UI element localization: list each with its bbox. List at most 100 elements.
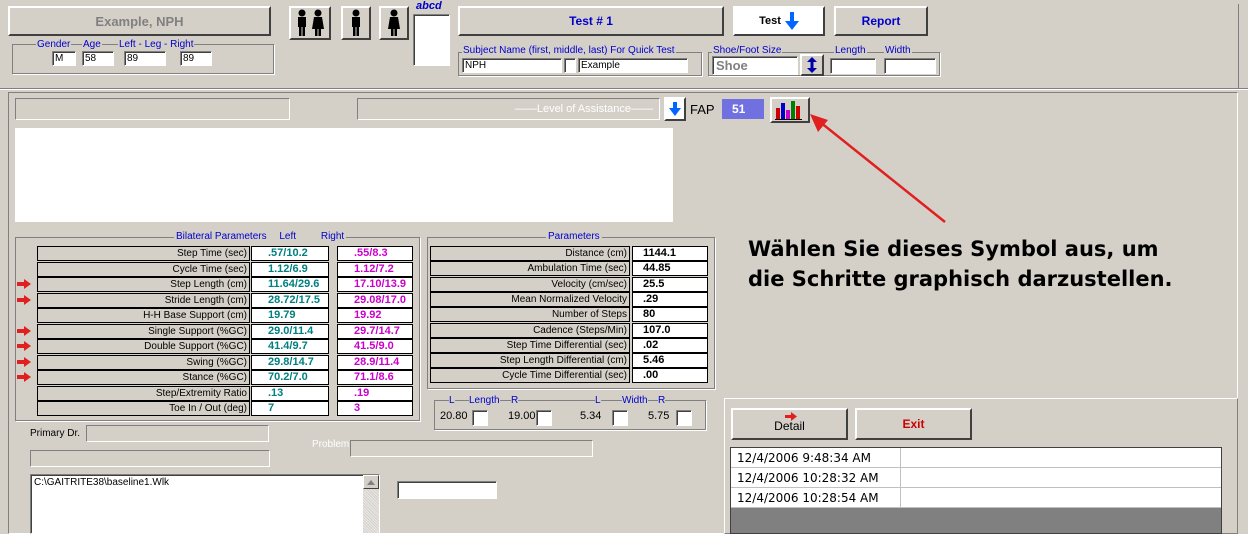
gender-field[interactable]: M bbox=[52, 51, 76, 66]
bilateral-right-value: 17.10/13.9 bbox=[337, 277, 413, 292]
shoe-field[interactable]: Shoe bbox=[712, 56, 798, 75]
top-right-edge bbox=[1238, 4, 1248, 88]
foot-length-label: Length bbox=[469, 395, 500, 406]
bilateral-right-value: 3 bbox=[337, 401, 413, 416]
bilateral-left-header: Left bbox=[279, 231, 297, 242]
bilateral-left-value: .13 bbox=[251, 385, 329, 401]
bilateral-right-value: 1.12/7.2 bbox=[337, 261, 413, 277]
flag-arrow-icon bbox=[17, 372, 31, 382]
notes-area[interactable] bbox=[15, 128, 673, 222]
arrow-down-icon bbox=[669, 102, 681, 116]
detail-button[interactable]: Detail bbox=[731, 408, 848, 440]
subject-first-field[interactable]: NPH bbox=[462, 58, 562, 73]
report-button[interactable]: Report bbox=[834, 6, 928, 36]
age-field[interactable]: 58 bbox=[82, 51, 114, 66]
bilateral-row-label: Stance (%GC) bbox=[37, 370, 250, 385]
leg-right-field[interactable]: 89 bbox=[180, 51, 212, 66]
bilateral-right-value: 29.7/14.7 bbox=[337, 323, 413, 339]
flag-arrow-icon bbox=[17, 341, 31, 351]
leg-left-field[interactable]: 89 bbox=[124, 51, 166, 66]
foot-length-left-check[interactable] bbox=[472, 410, 488, 426]
male-icon bbox=[352, 9, 360, 36]
parameter-value: .00 bbox=[632, 368, 708, 384]
bilateral-row-label: Cycle Time (sec) bbox=[37, 261, 250, 277]
bilateral-row-label: Double Support (%GC) bbox=[37, 339, 250, 354]
subject-middle-field[interactable] bbox=[564, 58, 576, 73]
test-list-item[interactable]: 12/4/2006 10:28:32 AM bbox=[731, 468, 1221, 488]
arrow-down-icon bbox=[784, 12, 799, 30]
annotation-text: Wählen Sie dieses Symbol aus, um die Sch… bbox=[748, 234, 1173, 294]
male-button[interactable] bbox=[341, 6, 371, 40]
abcd-box[interactable] bbox=[413, 14, 450, 66]
test-list-item[interactable]: 12/4/2006 9:48:34 AM bbox=[731, 448, 1221, 468]
shoe-toggle-button[interactable] bbox=[800, 54, 824, 76]
leg-length-label: Left - Leg - Right bbox=[118, 39, 195, 50]
test-number-button[interactable]: Test # 1 bbox=[458, 6, 724, 36]
parameter-value: 1144.1 bbox=[632, 246, 708, 261]
abcd-label: abcd bbox=[416, 0, 442, 12]
female-button[interactable] bbox=[379, 6, 409, 40]
flag-arrow-icon bbox=[17, 356, 31, 367]
bilateral-row-label: Step Time (sec) bbox=[37, 246, 250, 261]
foot-length-left-value: 20.80 bbox=[440, 410, 468, 422]
foot-r-label-2: R bbox=[658, 395, 666, 406]
parameter-value: 107.0 bbox=[632, 322, 708, 338]
bilateral-table: Step Time (sec) .57/10.2 .55/8.3 Cycle Time… bbox=[17, 246, 417, 418]
search-field[interactable] bbox=[397, 481, 497, 499]
foot-width-left-check[interactable] bbox=[612, 410, 628, 426]
age-label: Age bbox=[82, 39, 102, 50]
primary-dr-field[interactable] bbox=[86, 425, 269, 442]
flag-arrow-icon bbox=[17, 279, 31, 289]
foot-length-right-value: 19.00 bbox=[508, 410, 536, 422]
foot-length-right-check[interactable] bbox=[536, 410, 552, 426]
foot-width-right-check[interactable] bbox=[676, 410, 692, 426]
bilateral-left-value: 41.4/9.7 bbox=[251, 339, 329, 354]
bilateral-left-value: 70.2/7.0 bbox=[251, 370, 329, 385]
parameters-title: Parameters bbox=[546, 231, 602, 242]
test-list[interactable]: 12/4/2006 9:48:34 AM 12/4/2006 10:28:32 A… bbox=[730, 447, 1222, 534]
test-list-item[interactable]: 12/4/2006 10:28:54 AM bbox=[731, 488, 1221, 508]
parameter-label: Cycle Time Differential (sec) bbox=[430, 368, 630, 384]
foot-l-label-2: L bbox=[595, 395, 601, 406]
exit-label: Exit bbox=[902, 417, 925, 431]
parameter-value: .02 bbox=[632, 337, 708, 353]
bilateral-left-value: 29.8/14.7 bbox=[251, 354, 329, 370]
annotation-line-1: Wählen Sie dieses Symbol aus, um bbox=[748, 237, 1159, 261]
file-list-scrollbar[interactable] bbox=[363, 475, 379, 533]
fap-value: 51 bbox=[722, 99, 764, 119]
female-icon bbox=[388, 9, 400, 36]
both-genders-button[interactable] bbox=[289, 6, 331, 40]
file-list[interactable]: C:\GAITRITE38\baseline1.Wlk bbox=[30, 474, 380, 534]
report-label: Report bbox=[861, 14, 901, 28]
parameter-label: Number of Steps bbox=[430, 307, 630, 323]
foot-width-label: Width bbox=[622, 395, 648, 406]
width-field[interactable] bbox=[884, 58, 936, 74]
level-of-assistance-field[interactable]: ——Level of Assistance—— bbox=[357, 98, 660, 120]
flag-arrow-icon bbox=[17, 325, 31, 336]
test-dropdown-label: Test bbox=[759, 15, 781, 27]
bilateral-left-value: 29.0/11.4 bbox=[251, 323, 329, 339]
bilateral-left-value: 1.12/6.9 bbox=[251, 261, 329, 277]
exit-button[interactable]: Exit bbox=[855, 408, 972, 440]
patient-name-button[interactable]: Example, NPH bbox=[8, 6, 271, 36]
assistance-dropdown-button[interactable] bbox=[664, 97, 686, 121]
parameter-label: Mean Normalized Velocity bbox=[430, 291, 630, 307]
level-of-assistance-label: ——Level of Assistance—— bbox=[514, 103, 653, 115]
scroll-up-button[interactable] bbox=[363, 475, 379, 489]
bilateral-right-value: 28.9/11.4 bbox=[337, 354, 413, 370]
test-dropdown-button[interactable]: Test bbox=[733, 6, 825, 36]
subject-name-label: Subject Name (first, middle, last) For Q… bbox=[462, 45, 676, 56]
problem-field[interactable] bbox=[350, 440, 593, 457]
subject-last-field[interactable]: Example bbox=[578, 58, 688, 73]
length-label: Length bbox=[834, 45, 867, 56]
length-field[interactable] bbox=[830, 58, 876, 74]
bilateral-row-label: Step/Extremity Ratio bbox=[37, 385, 250, 401]
parameter-value: 80 bbox=[632, 307, 708, 323]
test-list-rows: 12/4/2006 9:48:34 AM 12/4/2006 10:28:32 A… bbox=[731, 448, 1221, 508]
fap-label: FAP bbox=[690, 102, 715, 117]
bilateral-left-value: .57/10.2 bbox=[251, 246, 329, 261]
secondary-field[interactable] bbox=[30, 450, 270, 467]
bilateral-row-label: H-H Base Support (cm) bbox=[37, 308, 250, 323]
flag-arrow-icon bbox=[17, 294, 31, 305]
parameter-label: Step Time Differential (sec) bbox=[430, 337, 630, 353]
